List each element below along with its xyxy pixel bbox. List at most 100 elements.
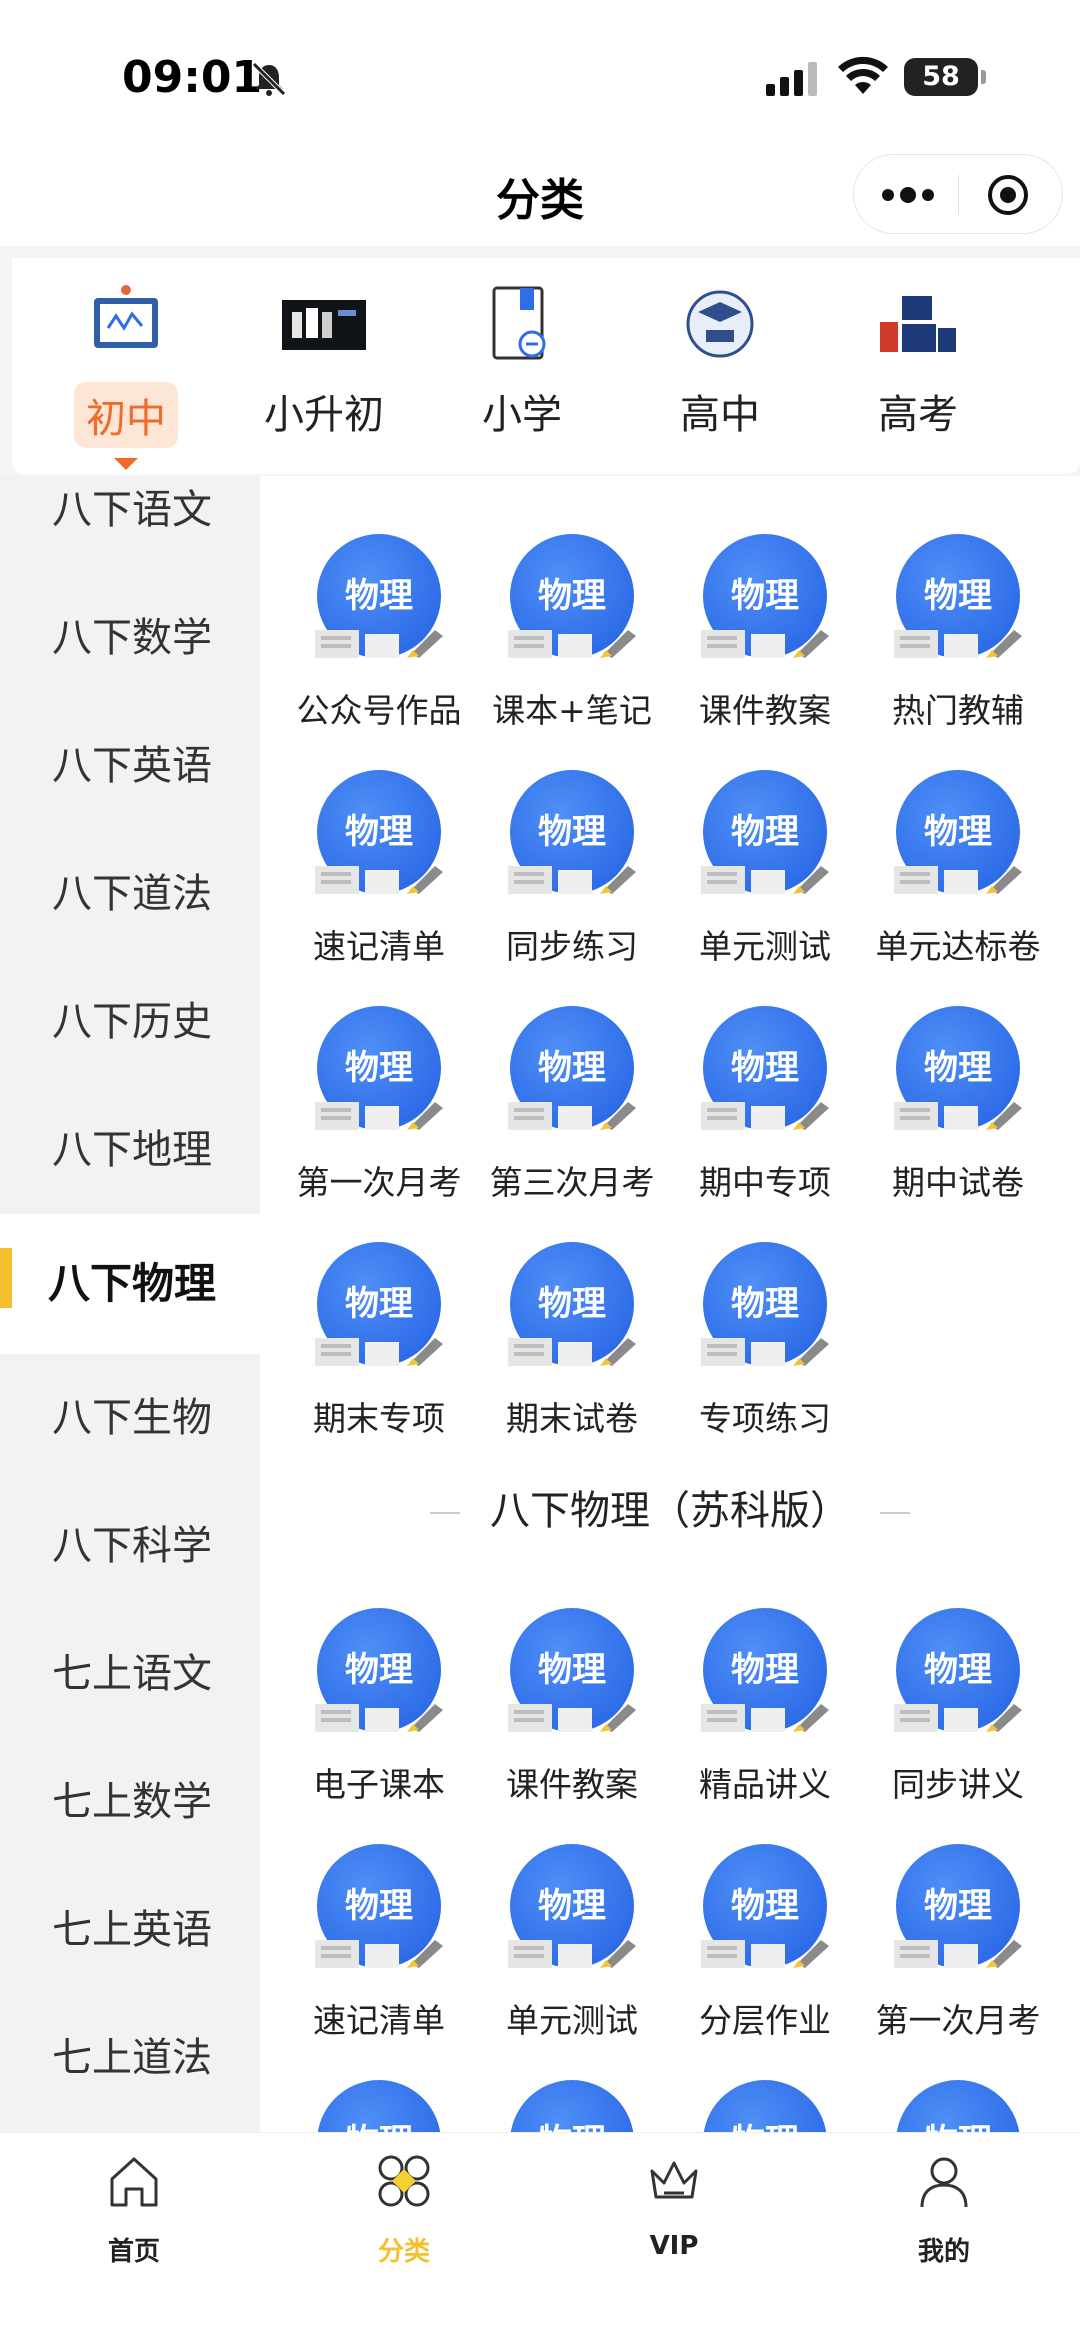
grid-item-label: 期中试卷 (892, 1163, 1024, 1202)
tab-gaokao[interactable]: 高考 (818, 282, 1018, 472)
book-stack-icon (508, 1102, 636, 1130)
tab-junior-high[interactable]: 初中 (26, 282, 226, 472)
grid-item-label: 分层作业 (699, 2001, 831, 2040)
grid-item[interactable]: 物理 速记清单 (282, 1844, 476, 2054)
grid-item[interactable]: 物理 分层作业 (668, 1844, 862, 2054)
sidebar-item[interactable]: 八下道法 (0, 830, 260, 958)
tab-primary[interactable]: 小学 (422, 282, 622, 472)
grid-item[interactable]: 物理 期中专项 (668, 1006, 862, 1216)
tab-mine[interactable]: 我的 (844, 2153, 1044, 2273)
sidebar-item[interactable]: 八下地理 (0, 1086, 260, 1214)
tab-primary-to-junior[interactable]: 小升初 (224, 282, 424, 472)
grid-item-partial[interactable]: 物理 (668, 2080, 862, 2132)
grid-item[interactable]: 物理 单元测试 (668, 770, 862, 980)
book-stack-icon (701, 630, 829, 658)
banner-image-icon (282, 300, 366, 350)
nav-bar: 分类 (0, 150, 1080, 246)
grid-item-partial[interactable]: 物理 (861, 2080, 1055, 2132)
grid-item[interactable]: 物理 课件教案 (475, 1608, 669, 1818)
grid-item[interactable]: 物理 课件教案 (668, 534, 862, 744)
book-stack-icon (508, 1940, 636, 1968)
book-stack-icon (508, 630, 636, 658)
grid-item[interactable]: 物理 第一次月考 (861, 1844, 1055, 2054)
grid-item[interactable]: 物理 专项练习 (668, 1242, 862, 1452)
sidebar-item[interactable]: 八下历史 (0, 958, 260, 1086)
home-icon (110, 2157, 158, 2207)
more-icon[interactable] (880, 179, 936, 211)
whiteboard-icon (94, 285, 158, 348)
grid-item[interactable]: 物理 单元测试 (475, 1844, 669, 2054)
grid-item[interactable]: 物理 期中试卷 (861, 1006, 1055, 1216)
grid-item[interactable]: 物理 期末试卷 (475, 1242, 669, 1452)
book-stack-icon (701, 1940, 829, 1968)
sidebar-item-active[interactable]: 八下物理 (0, 1214, 260, 1354)
category-icon (378, 2155, 430, 2207)
grid-item[interactable]: 物理 第一次月考 (282, 1006, 476, 1216)
category-tabs: 初中 小升初 小学 高中 高考 (12, 258, 1080, 474)
grid-item-label: 期中专项 (699, 1163, 831, 1202)
sidebar-item[interactable]: 七上英语 (0, 1866, 260, 1994)
tab-label: VIP (649, 2231, 699, 2261)
mini-program-capsule (853, 154, 1063, 234)
subject-sidebar: 八下语文 八下数学 八下英语 八下道法 八下历史 八下地理 八下物理 八下生物 … (0, 476, 260, 2132)
grid-item[interactable]: 物理 第三次月考 (475, 1006, 669, 1216)
grid-item-partial[interactable]: 物理 (475, 2080, 669, 2132)
tab-label: 首页 (107, 2237, 160, 2267)
physics-badge-icon: 物理 (317, 2080, 441, 2132)
grid-item-label: 电子课本 (313, 1765, 445, 1804)
grid-item[interactable]: 物理 公众号作品 (282, 534, 476, 744)
book-stack-icon (315, 866, 443, 894)
battery-indicator: 58 (904, 58, 986, 96)
grid-item[interactable]: 物理 速记清单 (282, 770, 476, 980)
tab-label: 我的 (917, 2237, 970, 2267)
grid-item-label: 热门教辅 (892, 691, 1024, 730)
grid-item[interactable]: 物理 同步讲义 (861, 1608, 1055, 1818)
user-icon (920, 2157, 968, 2208)
crown-icon (650, 2161, 698, 2199)
book-stack-icon (701, 1338, 829, 1366)
sidebar-item[interactable]: 七上道法 (0, 1994, 260, 2122)
section-title-text: 八下物理（苏科版） (490, 1488, 850, 1534)
sidebar-item[interactable]: 八下生物 (0, 1354, 260, 1482)
bottom-tab-bar: 首页 分类 VIP 我的 (0, 2132, 1080, 2346)
tab-senior-high[interactable]: 高中 (620, 282, 820, 472)
grid-item-label: 速记清单 (313, 927, 445, 966)
book-link-icon (492, 286, 546, 360)
grid-item[interactable]: 物理 课本+笔记 (475, 534, 669, 744)
close-target-icon[interactable] (986, 173, 1030, 217)
book-stack-icon (701, 866, 829, 894)
book-stack-icon (701, 1102, 829, 1130)
grid-item[interactable]: 物理 期末专项 (282, 1242, 476, 1452)
sidebar-item[interactable]: 七上语文 (0, 1610, 260, 1738)
sidebar-item[interactable]: 八下数学 (0, 574, 260, 702)
sidebar-item[interactable]: 八下科学 (0, 1482, 260, 1610)
grid-item-label: 第三次月考 (489, 1163, 655, 1202)
grid-item-label: 单元测试 (699, 927, 831, 966)
grid-item-label: 单元达标卷 (875, 927, 1041, 966)
sidebar-item[interactable]: 八下英语 (0, 702, 260, 830)
book-stack-icon (894, 1704, 1022, 1732)
grid-item[interactable]: 物理 单元达标卷 (861, 770, 1055, 980)
grid-item[interactable]: 物理 电子课本 (282, 1608, 476, 1818)
book-stack-icon (508, 1704, 636, 1732)
book-stack-icon (315, 1704, 443, 1732)
sidebar-item[interactable]: 八下语文 (0, 476, 260, 574)
tab-label: 小升初 (264, 392, 384, 438)
book-stack-icon (894, 866, 1022, 894)
tab-vip[interactable]: VIP (574, 2153, 774, 2273)
tab-category[interactable]: 分类 (304, 2153, 504, 2273)
grid-item-partial[interactable]: 物理 (282, 2080, 476, 2132)
grid-item[interactable]: 物理 热门教辅 (861, 534, 1055, 744)
book-stack-icon (508, 866, 636, 894)
tab-home[interactable]: 首页 (34, 2153, 234, 2273)
grid-item[interactable]: 物理 精品讲义 (668, 1608, 862, 1818)
sidebar-item[interactable]: 七上数学 (0, 1738, 260, 1866)
wifi-icon (838, 56, 888, 94)
grid-item-label: 课件教案 (506, 1765, 638, 1804)
grid-item-label: 课本+笔记 (492, 691, 652, 730)
grid-item[interactable]: 物理 同步练习 (475, 770, 669, 980)
tab-label: 高中 (680, 392, 760, 438)
title-line-right (880, 1512, 910, 1514)
gaokao-badge-icon (880, 296, 956, 352)
status-time: 09:01 (122, 52, 263, 103)
